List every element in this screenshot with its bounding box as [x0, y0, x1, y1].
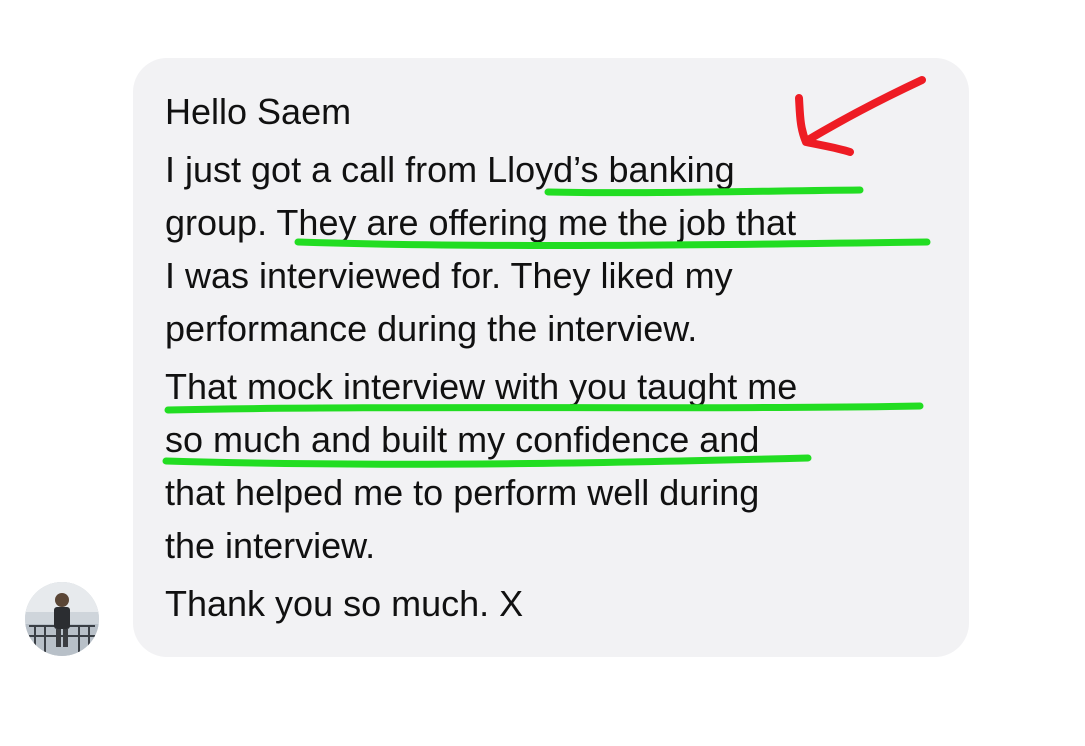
message-line: That mock interview with you taught me — [165, 366, 798, 407]
message-bubble[interactable] — [133, 58, 969, 657]
message-line: I just got a call from Lloyd’s banking — [165, 149, 735, 190]
person-photo-icon — [25, 582, 99, 656]
message-line: that helped me to perform well during — [165, 472, 760, 513]
message-line: so much and built my confidence and — [165, 419, 760, 460]
message-line: I was interviewed for. They liked my — [165, 255, 733, 296]
message-line: Thank you so much. X — [165, 583, 524, 624]
message-line: performance during the interview. — [165, 308, 698, 349]
message-line: Hello Saem — [165, 91, 352, 132]
message-line: the interview. — [165, 525, 376, 566]
avatar[interactable] — [25, 582, 99, 656]
message-line: group. They are offering me the job that — [165, 202, 797, 243]
